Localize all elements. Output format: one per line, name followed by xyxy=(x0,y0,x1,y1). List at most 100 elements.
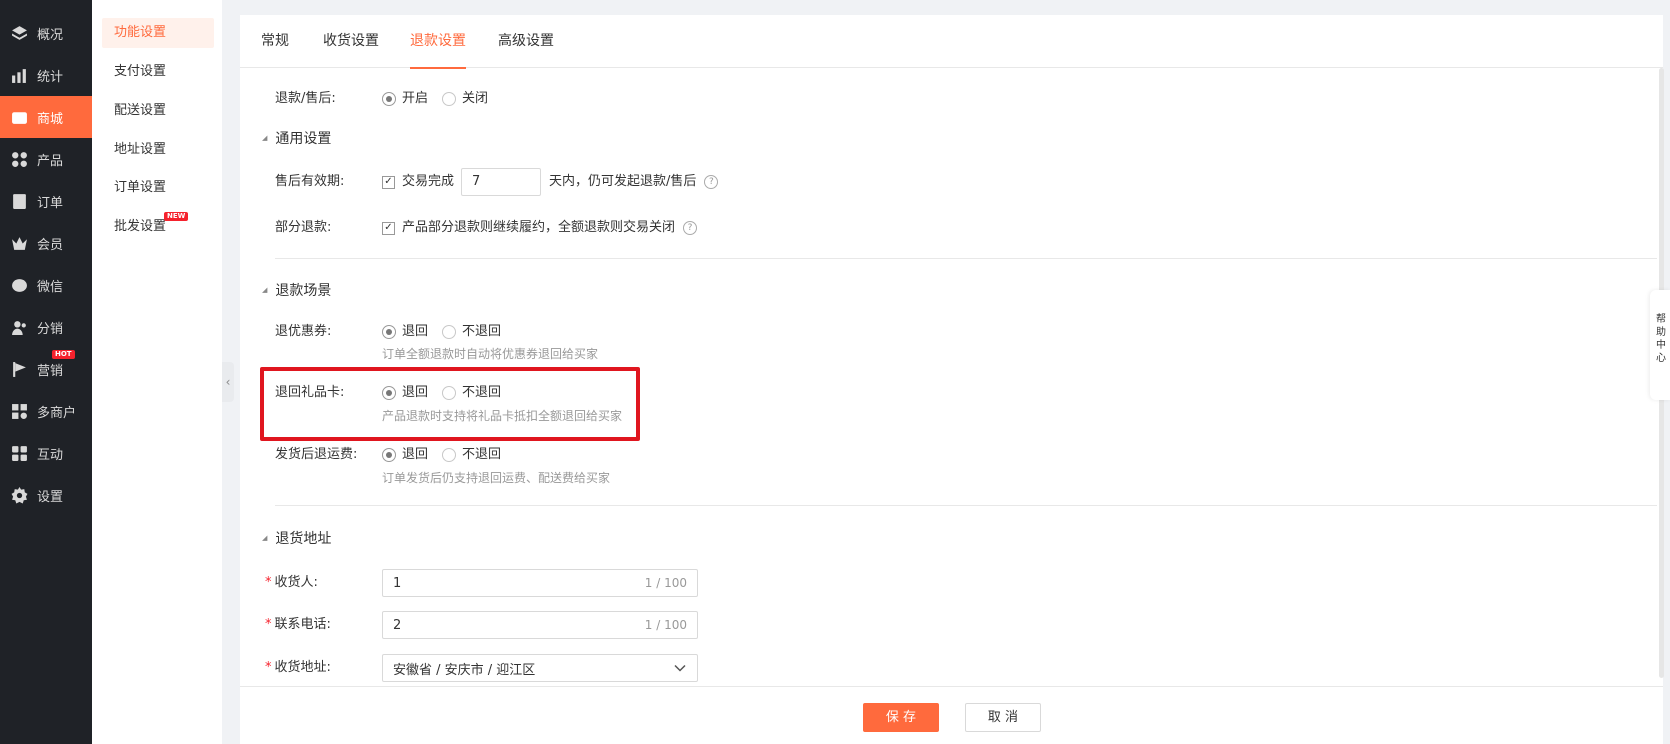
period-checkbox[interactable]: ✓ xyxy=(382,175,395,189)
subnav-item-wholesale[interactable]: 批发设置 NEW xyxy=(102,212,214,242)
help-center-tab[interactable]: 帮助中心 xyxy=(1650,290,1670,400)
radio-checked xyxy=(382,325,396,339)
nav-item-product[interactable]: 产品 xyxy=(0,138,92,180)
radio-label: 不退回 xyxy=(462,447,502,462)
chevron-left-icon: ‹ xyxy=(225,375,231,389)
coupon-row: 退优惠券: 退回 不退回 xyxy=(240,320,1640,344)
section-return-address[interactable]: ◢ 退货地址 xyxy=(262,528,331,548)
phone-input[interactable]: 2 1 / 100 xyxy=(382,611,698,639)
nav-label: 营销 xyxy=(37,363,64,379)
period-days-input[interactable]: 7 xyxy=(461,168,542,196)
highlight-box xyxy=(260,367,640,441)
gear-icon xyxy=(10,486,28,504)
tab-receiving[interactable]: 收货设置 xyxy=(323,15,379,68)
region-label: * 收货地址: xyxy=(265,656,331,680)
flag-icon xyxy=(10,360,28,378)
nav-label: 会员 xyxy=(37,237,64,253)
divider xyxy=(275,505,1657,506)
radio-label: 关闭 xyxy=(462,91,489,106)
subnav-item-order[interactable]: 订单设置 xyxy=(102,173,214,203)
partial-row: 部分退款: ✓ 产品部分退款则继续履约，全额退款则交易关闭 ? xyxy=(240,216,1640,240)
nav-item-stats[interactable]: 统计 xyxy=(0,54,92,96)
nav-label: 订单 xyxy=(37,195,64,211)
nav-item-order[interactable]: 订单 xyxy=(0,180,92,222)
nav-item-merchant[interactable]: 多商户 xyxy=(0,390,92,432)
save-button[interactable]: 保 存 xyxy=(863,703,939,732)
partial-checkbox[interactable]: ✓ xyxy=(382,221,395,235)
caret-icon: ◢ xyxy=(262,534,268,542)
interact-icon xyxy=(10,444,28,462)
hot-badge: HOT xyxy=(52,350,75,359)
radio-checked xyxy=(382,92,396,106)
input-value: 2 xyxy=(393,617,402,633)
nav-label: 统计 xyxy=(37,69,64,85)
nav-item-member[interactable]: 会员 xyxy=(0,222,92,264)
help-icon[interactable]: ? xyxy=(683,221,698,235)
nav-label: 互动 xyxy=(37,447,64,463)
shipping-no-return-radio[interactable]: 不退回 xyxy=(442,443,501,467)
refund-label: 退款/售后: xyxy=(275,91,336,106)
main-nav: 概况 统计 商城 产品 订单 会员 微信 分销 营销 HOT 多商户 互动 设置 xyxy=(0,0,92,744)
chevron-down-icon xyxy=(674,664,686,672)
subnav-item-payment[interactable]: 支付设置 xyxy=(102,57,214,87)
subnav-label: 支付设置 xyxy=(114,64,167,79)
nav-label: 产品 xyxy=(37,153,64,169)
help-center-label: 帮助中心 xyxy=(1656,314,1666,364)
tab-general[interactable]: 常规 xyxy=(261,15,289,68)
tab-bar: 常规 收货设置 退款设置 高级设置 xyxy=(240,15,1663,69)
nav-item-interact[interactable]: 互动 xyxy=(0,432,92,474)
nav-item-wechat[interactable]: 微信 xyxy=(0,264,92,306)
subnav-item-address[interactable]: 地址设置 xyxy=(102,135,214,165)
layers-icon xyxy=(10,24,28,42)
receiver-label: * 收货人: xyxy=(265,571,318,595)
users-icon xyxy=(10,318,28,336)
radio-label: 退回 xyxy=(402,324,429,339)
section-title: 通用设置 xyxy=(275,131,332,147)
chart-icon xyxy=(10,66,28,84)
nav-item-overview[interactable]: 概况 xyxy=(0,12,92,54)
help-icon[interactable]: ? xyxy=(704,175,719,189)
nav-label: 商城 xyxy=(37,111,64,127)
field-label: 收货人: xyxy=(274,575,318,590)
section-title: 退货地址 xyxy=(275,531,332,547)
section-general[interactable]: ◢ 通用设置 xyxy=(262,128,331,148)
region-select[interactable]: 安徽省 / 安庆市 / 迎江区 xyxy=(382,654,698,682)
char-counter: 1 / 100 xyxy=(644,618,687,632)
sub-nav: 功能设置 支付设置 配送设置 地址设置 订单设置 批发设置 NEW xyxy=(92,0,222,744)
nav-item-settings[interactable]: 设置 xyxy=(0,474,92,516)
checkbox-label: 产品部分退款则继续履约，全额退款则交易关闭 xyxy=(402,220,676,235)
radio-unchecked xyxy=(442,448,457,462)
refund-on-radio[interactable]: 开启 xyxy=(382,87,428,111)
tab-advanced[interactable]: 高级设置 xyxy=(498,15,554,68)
shipping-row: 发货后退运费: 退回 不退回 xyxy=(240,443,1640,467)
section-refund-scene[interactable]: ◢ 退款场景 xyxy=(262,280,331,300)
refund-off-radio[interactable]: 关闭 xyxy=(442,87,488,111)
coupon-label: 退优惠券: xyxy=(275,324,332,339)
partial-label: 部分退款: xyxy=(275,220,332,235)
nav-item-distribution[interactable]: 分销 xyxy=(0,306,92,348)
required-mark: * xyxy=(265,660,272,675)
wechat-icon xyxy=(10,276,28,294)
crown-icon xyxy=(10,234,28,252)
field-label: 收货地址: xyxy=(274,660,331,675)
shipping-return-radio[interactable]: 退回 xyxy=(382,443,428,467)
action-footer: 保 存 取 消 xyxy=(240,686,1663,744)
coupon-no-return-radio[interactable]: 不退回 xyxy=(442,320,501,344)
nav-item-marketing[interactable]: 营销 HOT xyxy=(0,348,92,390)
merchant-icon xyxy=(10,402,28,420)
order-icon xyxy=(10,192,28,210)
radio-unchecked xyxy=(442,325,457,339)
nav-label: 概况 xyxy=(37,27,64,43)
nav-item-store[interactable]: 商城 xyxy=(0,96,92,138)
collapse-sidebar-button[interactable]: ‹ xyxy=(222,362,234,402)
refund-toggle-row: 退款/售后: 开启 关闭 xyxy=(240,87,1640,111)
nav-label: 设置 xyxy=(37,489,64,505)
tab-refund[interactable]: 退款设置 xyxy=(410,15,466,69)
receiver-input[interactable]: 1 1 / 100 xyxy=(382,569,698,597)
subnav-item-delivery[interactable]: 配送设置 xyxy=(102,96,214,126)
cancel-button[interactable]: 取 消 xyxy=(965,703,1041,732)
subnav-item-function[interactable]: 功能设置 xyxy=(102,18,214,48)
nav-label: 微信 xyxy=(37,279,64,295)
coupon-return-radio[interactable]: 退回 xyxy=(382,320,428,344)
radio-unchecked xyxy=(442,92,457,106)
